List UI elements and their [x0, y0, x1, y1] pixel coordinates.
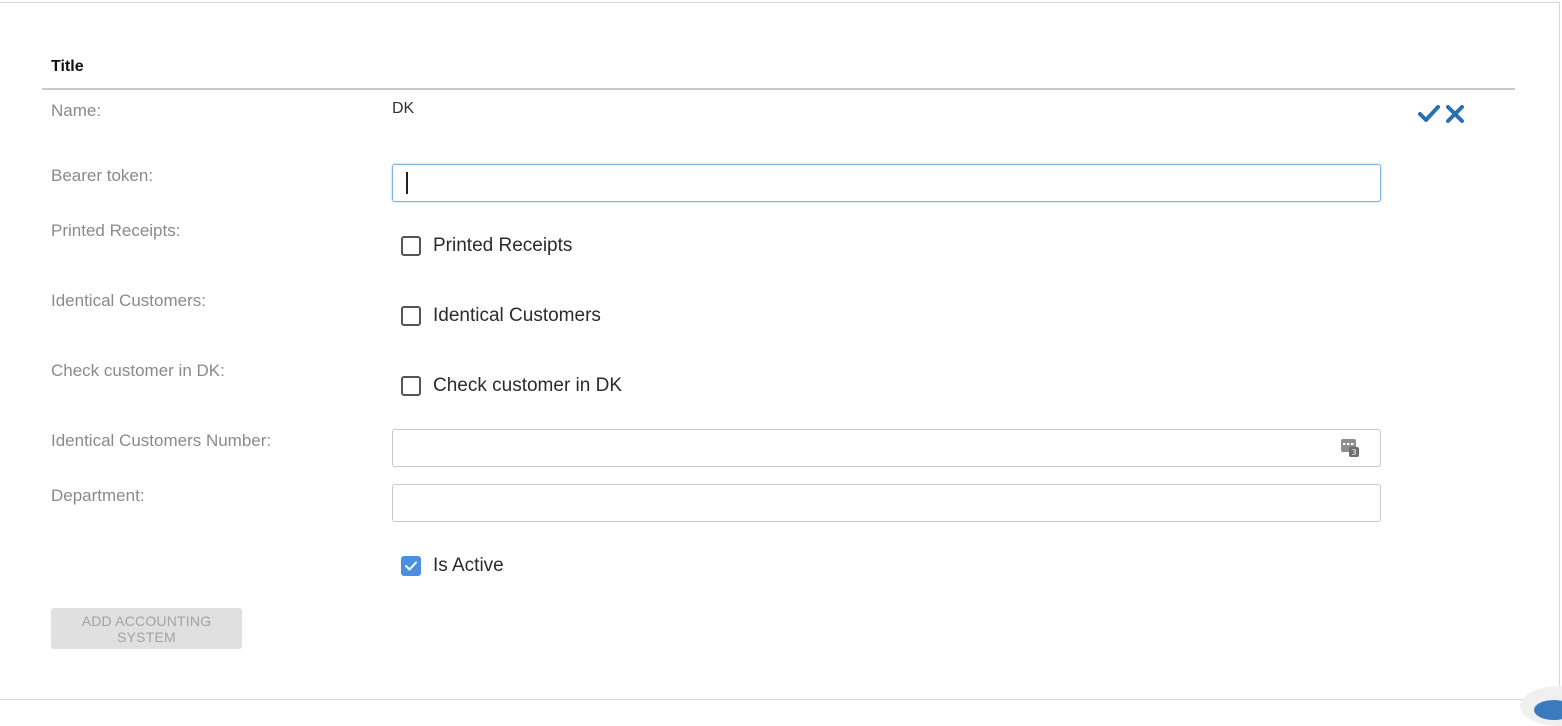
printed-receipts-checkbox-row[interactable]: Printed Receipts: [401, 235, 572, 257]
checkmark-icon: [405, 561, 417, 571]
check-icon[interactable]: [1418, 103, 1440, 125]
printed-receipts-label: Printed Receipts:: [51, 221, 181, 240]
svg-text:3: 3: [1351, 448, 1356, 457]
identical-customers-label: Identical Customers:: [51, 291, 206, 310]
department-label: Department:: [51, 486, 145, 505]
identical-customers-checkbox[interactable]: [401, 306, 421, 326]
is-active-checkbox-label: Is Active: [433, 555, 504, 576]
title-divider: [42, 88, 1515, 90]
is-active-checkbox[interactable]: [401, 556, 421, 576]
identical-customers-number-label: Identical Customers Number:: [51, 431, 272, 450]
identical-customers-checkbox-label: Identical Customers: [433, 305, 601, 326]
department-input[interactable]: [392, 484, 1381, 522]
row-actions: [1418, 103, 1466, 125]
add-accounting-system-button[interactable]: ADD ACCOUNTING SYSTEM: [51, 608, 242, 649]
printed-receipts-checkbox-label: Printed Receipts: [433, 235, 573, 256]
is-active-checkbox-row[interactable]: Is Active: [401, 555, 504, 577]
check-customer-label: Check customer in DK:: [51, 361, 225, 380]
check-customer-checkbox-label: Check customer in DK: [433, 375, 623, 396]
form-panel: [0, 2, 1560, 700]
close-icon[interactable]: [1444, 103, 1466, 125]
identical-customers-number-input[interactable]: [392, 429, 1381, 467]
bearer-token-input[interactable]: [392, 164, 1381, 202]
name-value: DK: [392, 100, 415, 117]
printed-receipts-checkbox[interactable]: [401, 236, 421, 256]
text-cursor: [406, 172, 408, 194]
name-label: Name:: [51, 101, 102, 120]
section-title: Title: [51, 58, 84, 75]
calculator-icon[interactable]: 3: [1340, 438, 1360, 458]
bearer-token-label: Bearer token:: [51, 166, 154, 185]
identical-customers-checkbox-row[interactable]: Identical Customers: [401, 305, 601, 327]
check-customer-checkbox[interactable]: [401, 376, 421, 396]
check-customer-checkbox-row[interactable]: Check customer in DK: [401, 375, 622, 397]
